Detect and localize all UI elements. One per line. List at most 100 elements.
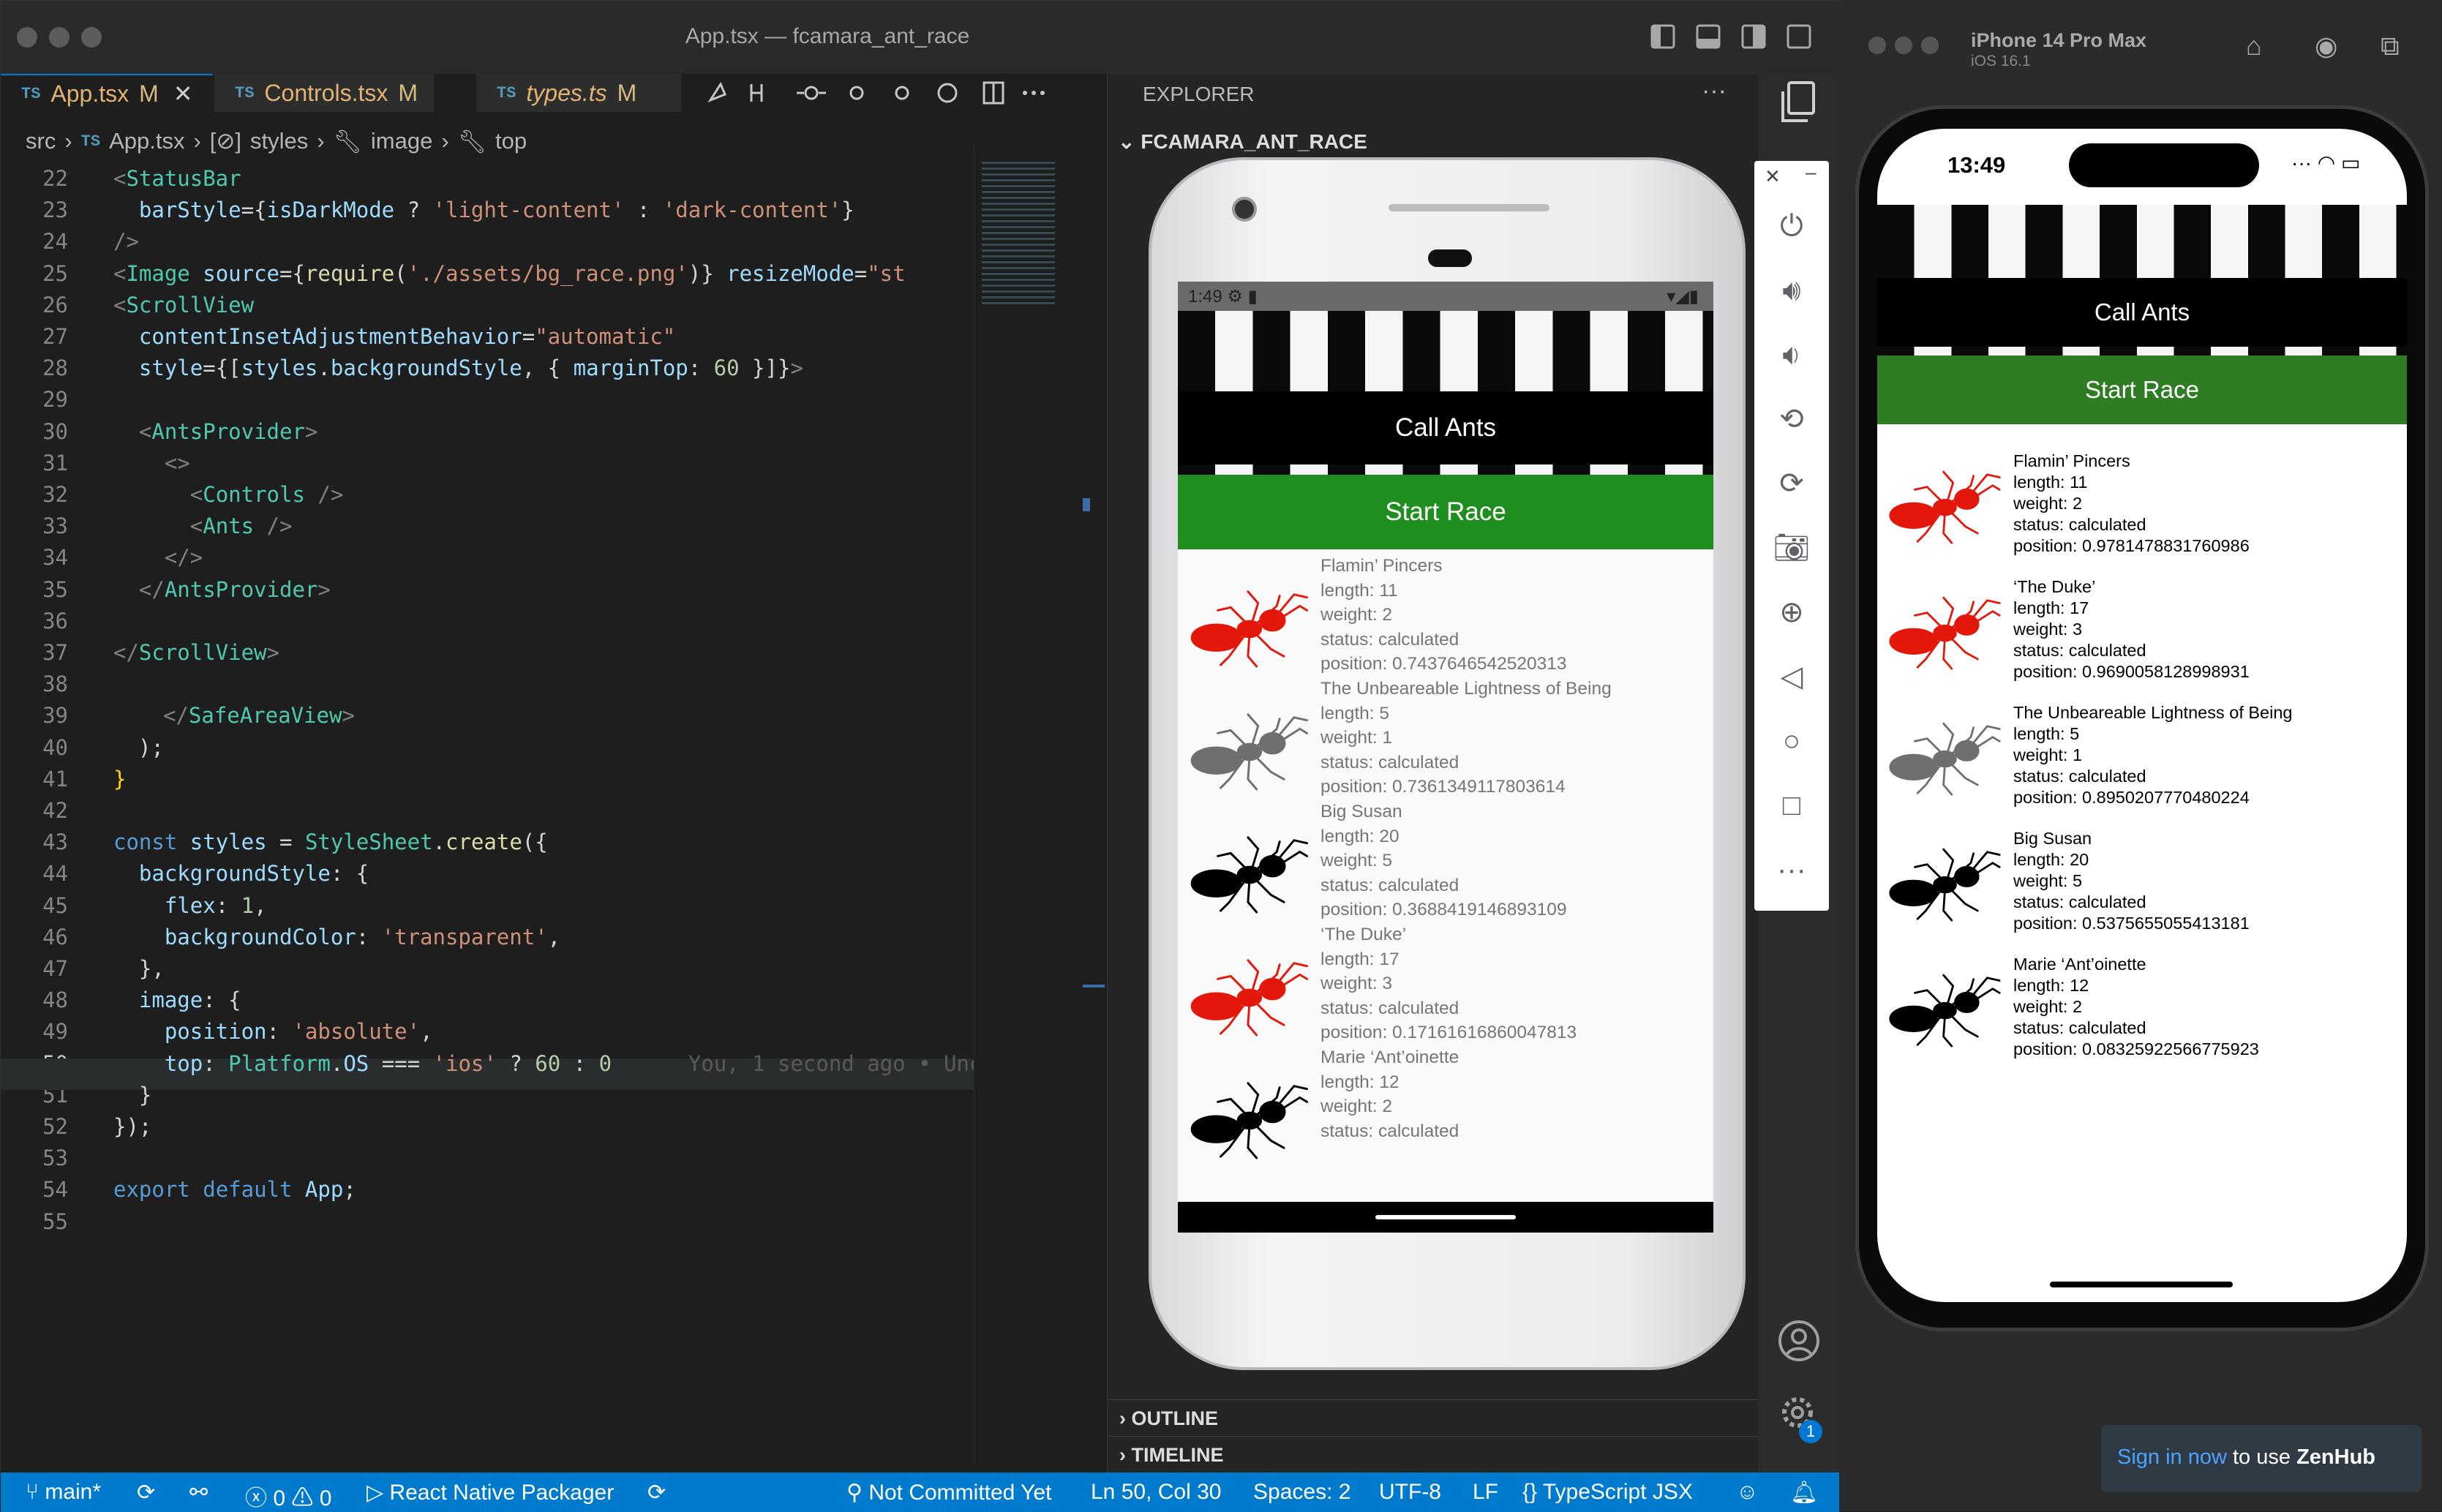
ios-call-ants-button[interactable]: Call Ants	[1877, 278, 2407, 347]
zenhub-banner[interactable]: Sign in now to use ZenHub	[2101, 1425, 2422, 1492]
encoding[interactable]: UTF-8	[1379, 1480, 1441, 1505]
gesture-handle[interactable]	[1375, 1215, 1516, 1219]
ant-length: length: 11	[2013, 473, 2088, 492]
ant-weight: weight: 2	[2013, 997, 2083, 1016]
breadcrumb-folder[interactable]: src	[26, 128, 56, 154]
power-icon[interactable]: ⏻	[1772, 206, 1811, 246]
close-tab-icon[interactable]: ✕	[173, 80, 193, 108]
more-icon[interactable]: ···	[1772, 850, 1811, 889]
feedback-icon[interactable]: ☺	[1736, 1480, 1759, 1505]
branch-indicator[interactable]: ⑂ main*	[26, 1480, 101, 1505]
indentation[interactable]: Spaces: 2	[1253, 1480, 1350, 1505]
ant-name: ‘The Duke’	[1320, 925, 1407, 944]
tab-types-ts[interactable]: TS types.ts M	[476, 74, 681, 112]
ant-length: length: 12	[2013, 976, 2089, 995]
camera-icon[interactable]: 📷︎	[1772, 528, 1811, 568]
project-folder[interactable]: ⌄ FCAMARA_ANT_RACE	[1118, 129, 1367, 154]
account-icon[interactable]	[1776, 1317, 1822, 1364]
line-number: 39	[42, 703, 68, 729]
editor-actions-icon[interactable]	[703, 77, 1083, 109]
breadcrumb-prop[interactable]: image	[371, 128, 432, 154]
notifications-bell-icon[interactable]: 🔔︎	[1790, 1480, 1818, 1505]
sync-icon[interactable]: ⟳	[137, 1480, 155, 1505]
line-number: 45	[42, 892, 68, 918]
ant-status: status: calculated	[2013, 767, 2146, 786]
problems-indicator[interactable]: ⓧ 0 ⚠ 0	[245, 1480, 331, 1512]
ant-icon	[1877, 966, 2002, 1051]
sim-os-version: iOS 16.1	[1971, 53, 2031, 69]
layout-toggles-icon[interactable]	[1650, 23, 1826, 52]
line-number: 34	[42, 545, 68, 571]
sim-home-icon[interactable]: ⌂	[2246, 31, 2262, 61]
refresh-icon[interactable]: ⟳	[647, 1480, 666, 1505]
ant-weight: weight: 3	[2013, 620, 2083, 639]
home-icon[interactable]: ○	[1772, 721, 1811, 761]
ant-status: status: calculated	[1320, 1121, 1459, 1141]
tab-controls-tsx[interactable]: TS Controls.tsx M	[214, 74, 434, 112]
sim-screenshot-icon[interactable]: ◉	[2315, 31, 2337, 61]
call-ants-button[interactable]: Call Ants	[1178, 391, 1713, 464]
line-number: 48	[42, 988, 68, 1013]
ant-status: status: calculated	[2013, 641, 2146, 660]
ant-icon	[1178, 704, 1310, 794]
sim-minimize-button[interactable]	[1895, 37, 1912, 54]
breadcrumb[interactable]: src › TS App.tsx › [⊘] styles › 🔧︎ image › 🔧︎ to…	[1, 122, 527, 160]
outline-section[interactable]: › OUTLINE	[1108, 1399, 1759, 1434]
explorer-header: EXPLORER	[1143, 83, 1255, 105]
end-of-line[interactable]: LF	[1473, 1480, 1498, 1505]
react-native-packager[interactable]: ▷ React Native Packager	[367, 1480, 614, 1505]
title-bar: App.tsx — fcamara_ant_race	[1, 1, 1840, 74]
ant-weight: weight: 2	[1320, 1097, 1393, 1116]
android-screen[interactable]: 1:49 ⚙ ▮ ▾◢▮ Call Ants Start Race Flamin’…	[1178, 282, 1713, 1233]
more-actions-icon[interactable]: ···	[1702, 77, 1727, 105]
git-blame-status[interactable]: ⚲ Not Committed Yet	[846, 1480, 1051, 1505]
settings-badge: 1	[1799, 1420, 1822, 1443]
status-bar: ⑂ main* ⟳ ⚯ ⓧ 0 ⚠ 0 ▷ React Native Packa…	[1, 1472, 1840, 1512]
emulator-close-icon[interactable]: ✕	[1765, 165, 1781, 188]
volume-up-icon[interactable]: 🔊︎	[1772, 271, 1811, 310]
line-number: 43	[42, 830, 68, 855]
ant-weight: weight: 5	[1320, 851, 1393, 870]
start-race-button[interactable]: Start Race	[1178, 475, 1713, 549]
zoom-icon[interactable]: ⊕	[1772, 593, 1811, 632]
timeline-section[interactable]: › TIMELINE	[1108, 1436, 1759, 1471]
sim-close-button[interactable]	[1868, 37, 1886, 54]
emulator-minimize-icon[interactable]: –	[1806, 161, 1816, 184]
sim-zoom-button[interactable]	[1921, 37, 1939, 54]
line-number: 29	[42, 387, 68, 413]
git-graph-icon[interactable]: ⚯	[189, 1480, 208, 1505]
ant-name: Marie ‘Ant’oinette	[1320, 1048, 1459, 1067]
code-editor[interactable]: 22 23 24 25 26 27 28 29 30 31 32 33 34 35 36 37 38 39 40 41…	[1, 163, 982, 1253]
line-number: 42	[42, 798, 68, 823]
ios-screen[interactable]: 13:49 ··· ◠ ▭ Call Ants Start Race Flami…	[1877, 129, 2407, 1302]
ant-weight: weight: 2	[2013, 494, 2083, 513]
line-number: 40	[42, 734, 68, 760]
ant-length: length: 11	[1320, 580, 1398, 601]
files-icon[interactable]	[1774, 78, 1822, 127]
ant-status: status: calculated	[1320, 998, 1459, 1018]
race-banner-strip	[1178, 464, 1713, 475]
overview-icon[interactable]: □	[1772, 786, 1811, 825]
ant-status: status: calculated	[1320, 752, 1459, 772]
ant-info: ‘The Duke’ length: 17 weight: 3 status: cal…	[2013, 576, 2250, 682]
tab-app-tsx[interactable]: TS App.tsx M ✕	[1, 74, 213, 112]
sim-rotate-icon[interactable]: ⧉	[2381, 31, 2400, 62]
ant-status: status: calculated	[1320, 629, 1459, 650]
cursor-position[interactable]: Ln 50, Col 30	[1091, 1480, 1221, 1505]
breadcrumb-symbol[interactable]: styles	[250, 128, 308, 154]
volume-down-icon[interactable]: 🔉︎	[1772, 335, 1811, 375]
ios-race-banner-strip	[1877, 347, 2407, 356]
ios-home-indicator[interactable]	[2050, 1282, 2233, 1287]
ant-info: Flamin’ Pincers length: 11 weight: 2 status…	[2013, 451, 2250, 557]
zenhub-sign-in-link[interactable]: Sign in now	[2117, 1445, 2227, 1469]
ant-position: position: 0.5375655055413181	[2013, 914, 2250, 933]
rotate-right-icon[interactable]: ⟳	[1772, 464, 1811, 503]
minimap[interactable]	[974, 147, 1105, 1464]
breadcrumb-file[interactable]: App.tsx	[109, 128, 184, 154]
breadcrumb-leaf[interactable]: top	[495, 128, 527, 154]
line-number: 52	[42, 1114, 68, 1139]
back-icon[interactable]: ◁	[1772, 657, 1811, 696]
rotate-left-icon[interactable]: ⟲	[1772, 399, 1811, 439]
language-mode[interactable]: {} TypeScript JSX	[1522, 1480, 1693, 1505]
ios-start-race-button[interactable]: Start Race	[1877, 356, 2407, 424]
